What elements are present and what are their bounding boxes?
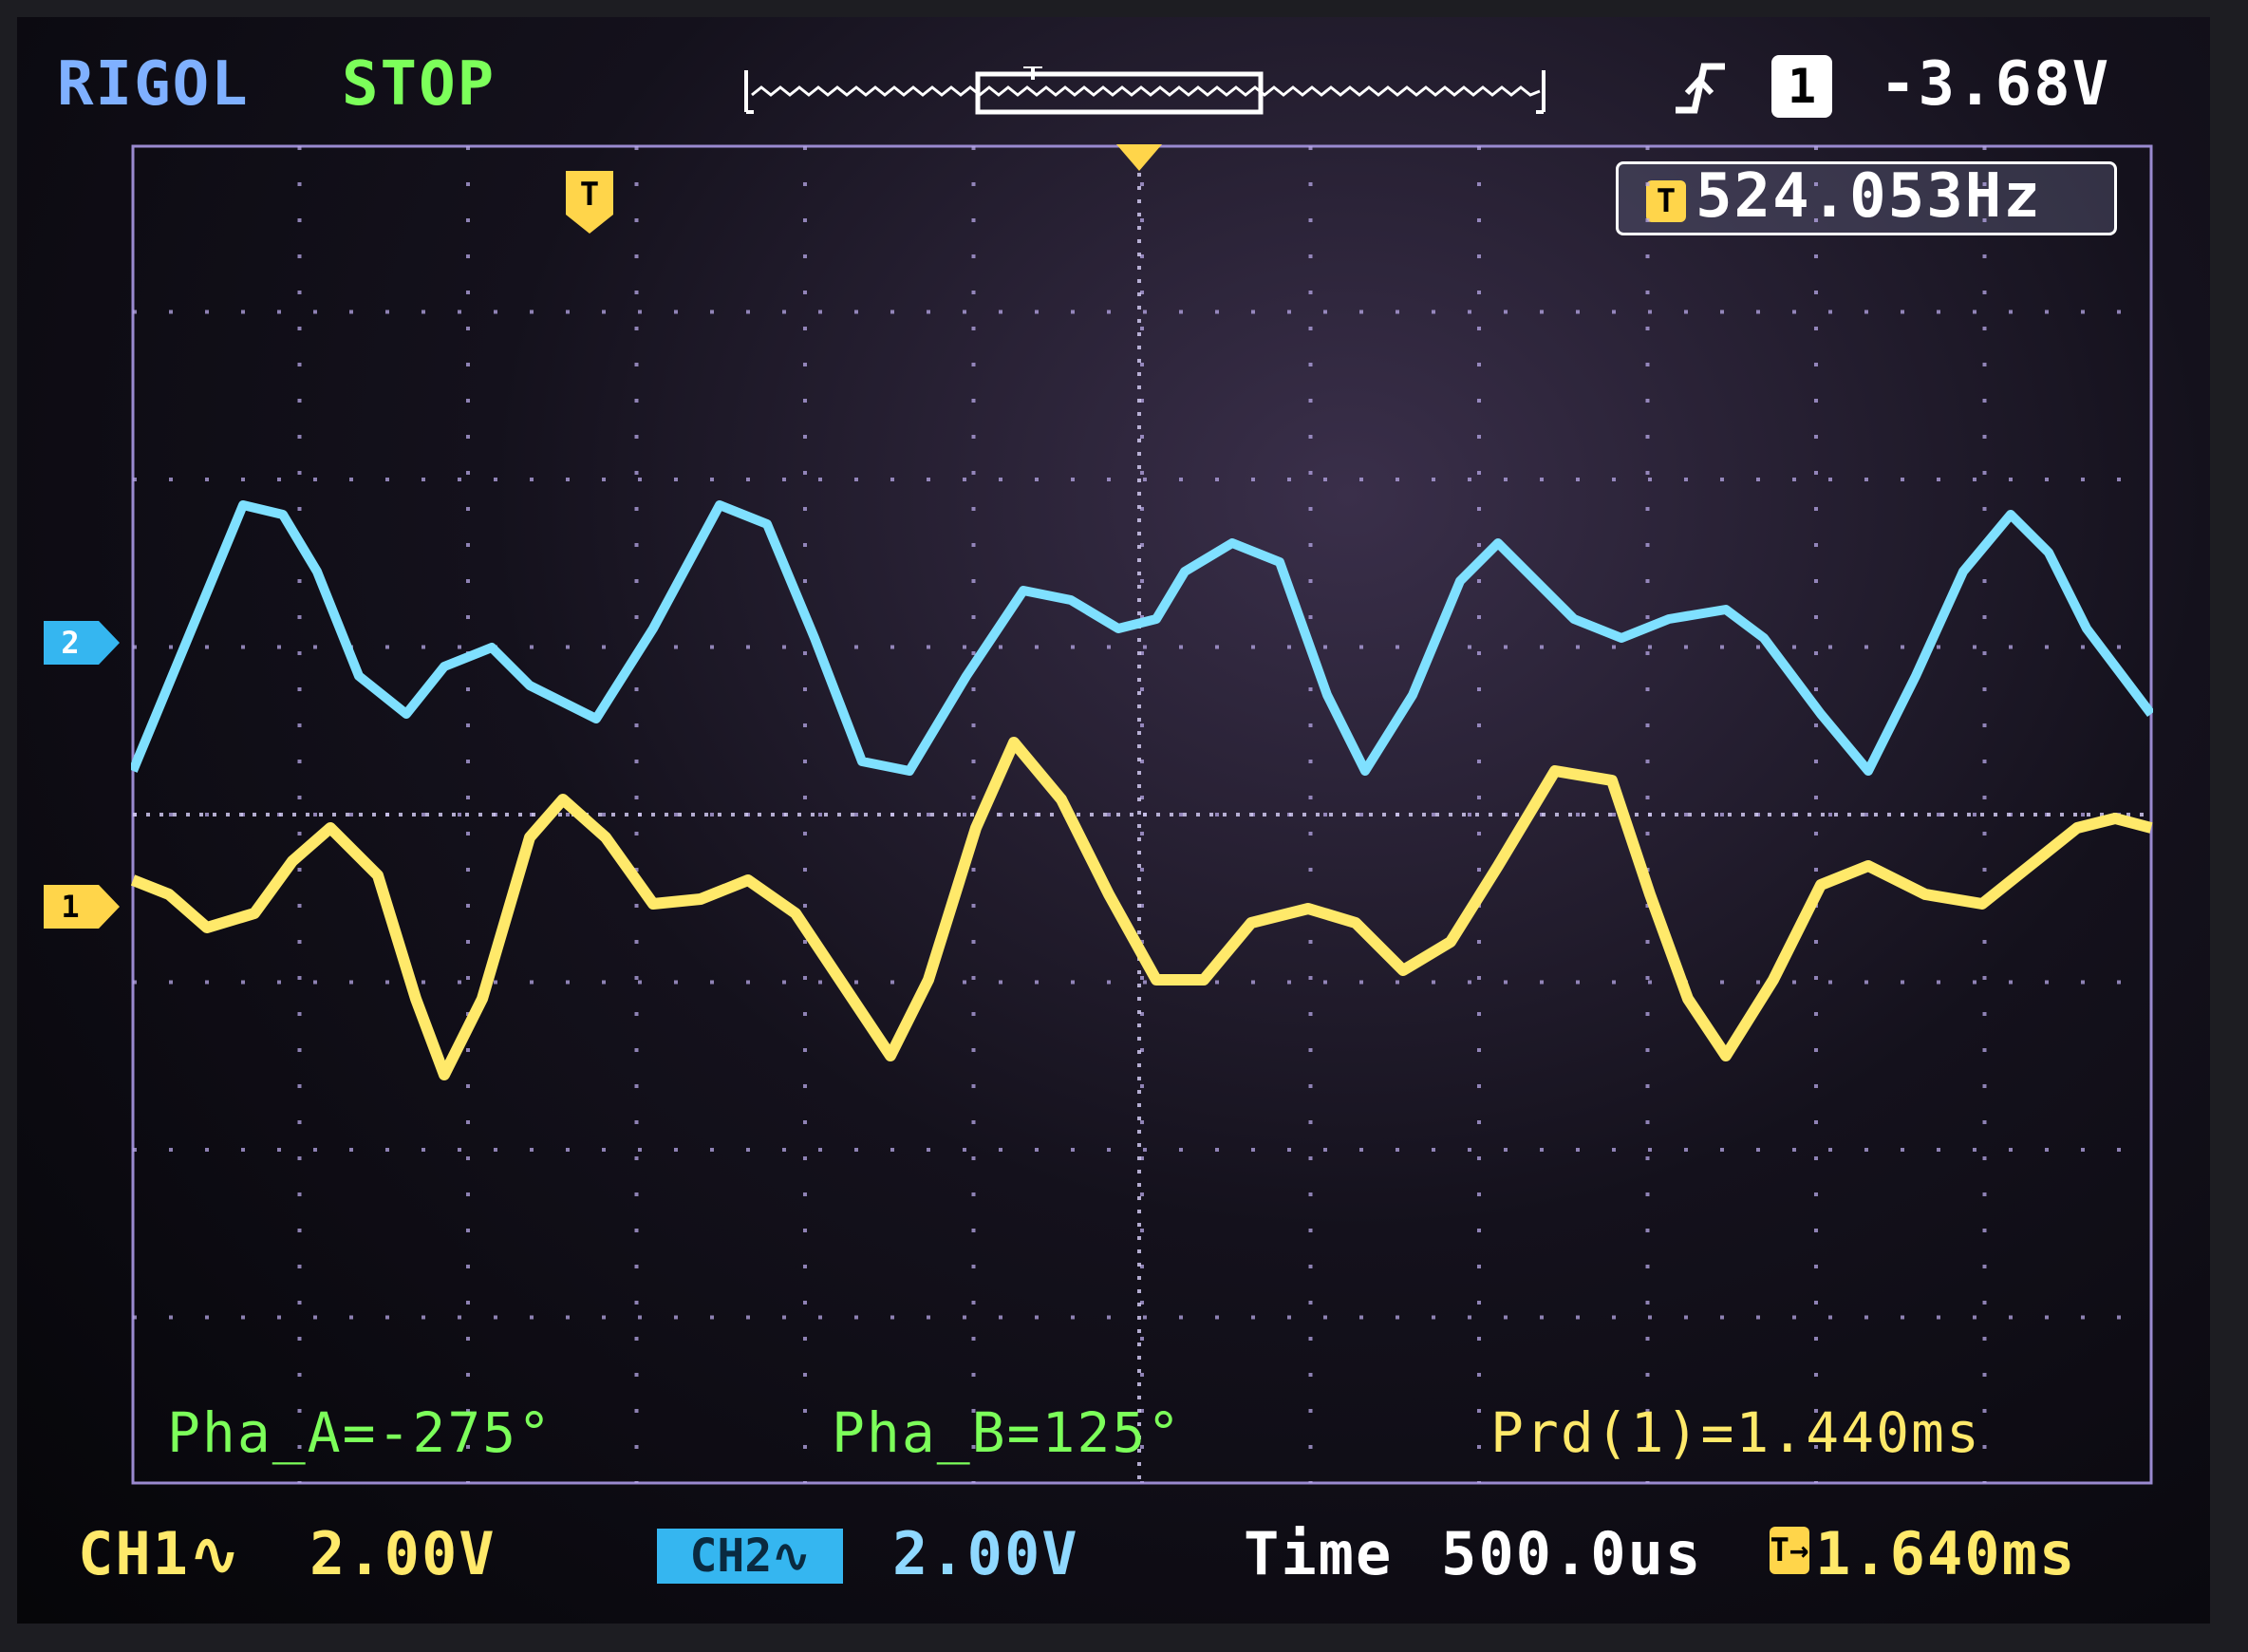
ch2-marker-label: 2 xyxy=(61,625,79,661)
time-label: Time xyxy=(1244,1519,1394,1588)
ch1-label: CH1∿ xyxy=(78,1519,241,1588)
run-state: STOP xyxy=(342,49,496,120)
phase-b-measurement: Pha_B=125° xyxy=(832,1400,1183,1465)
period-measurement: Prd(1)=1.440ms xyxy=(1490,1400,1981,1465)
trigger-offset-value: 1.640ms xyxy=(1815,1519,2077,1588)
time-scale: 500.0us xyxy=(1441,1519,1703,1588)
trigger-marker-label: T xyxy=(580,176,599,214)
trigger-offset-icon: T→ xyxy=(1770,1527,1809,1574)
oscilloscope-screen: RIGOL STOP 1 -3.68V T 524.053Hz T 2 1 Ph… xyxy=(0,0,2248,1652)
rising-edge-trigger-icon xyxy=(1676,63,1725,114)
ch1-marker-label: 1 xyxy=(61,889,79,925)
ch1-waveform xyxy=(131,737,2153,1080)
ch2-scale: 2.00V xyxy=(892,1519,1079,1588)
ch1-offset-marker: 1 xyxy=(44,885,120,929)
memory-depth-indicator xyxy=(744,66,1546,115)
waveform-graticule xyxy=(131,144,2153,1485)
phase-a-measurement: Pha_A=-275° xyxy=(167,1400,553,1465)
ch2-offset-marker: 2 xyxy=(44,621,120,665)
center-axis xyxy=(133,146,2151,1483)
time-center-marker xyxy=(1116,144,1162,171)
trigger-source-badge: 1 xyxy=(1771,55,1832,118)
ch2-label: CH2∿ xyxy=(657,1529,843,1584)
ch1-scale: 2.00V xyxy=(309,1519,496,1588)
trigger-level: -3.68V xyxy=(1880,49,2111,120)
trigger-position-marker: T xyxy=(566,171,613,234)
brand-logo: RIGOL xyxy=(57,49,250,120)
